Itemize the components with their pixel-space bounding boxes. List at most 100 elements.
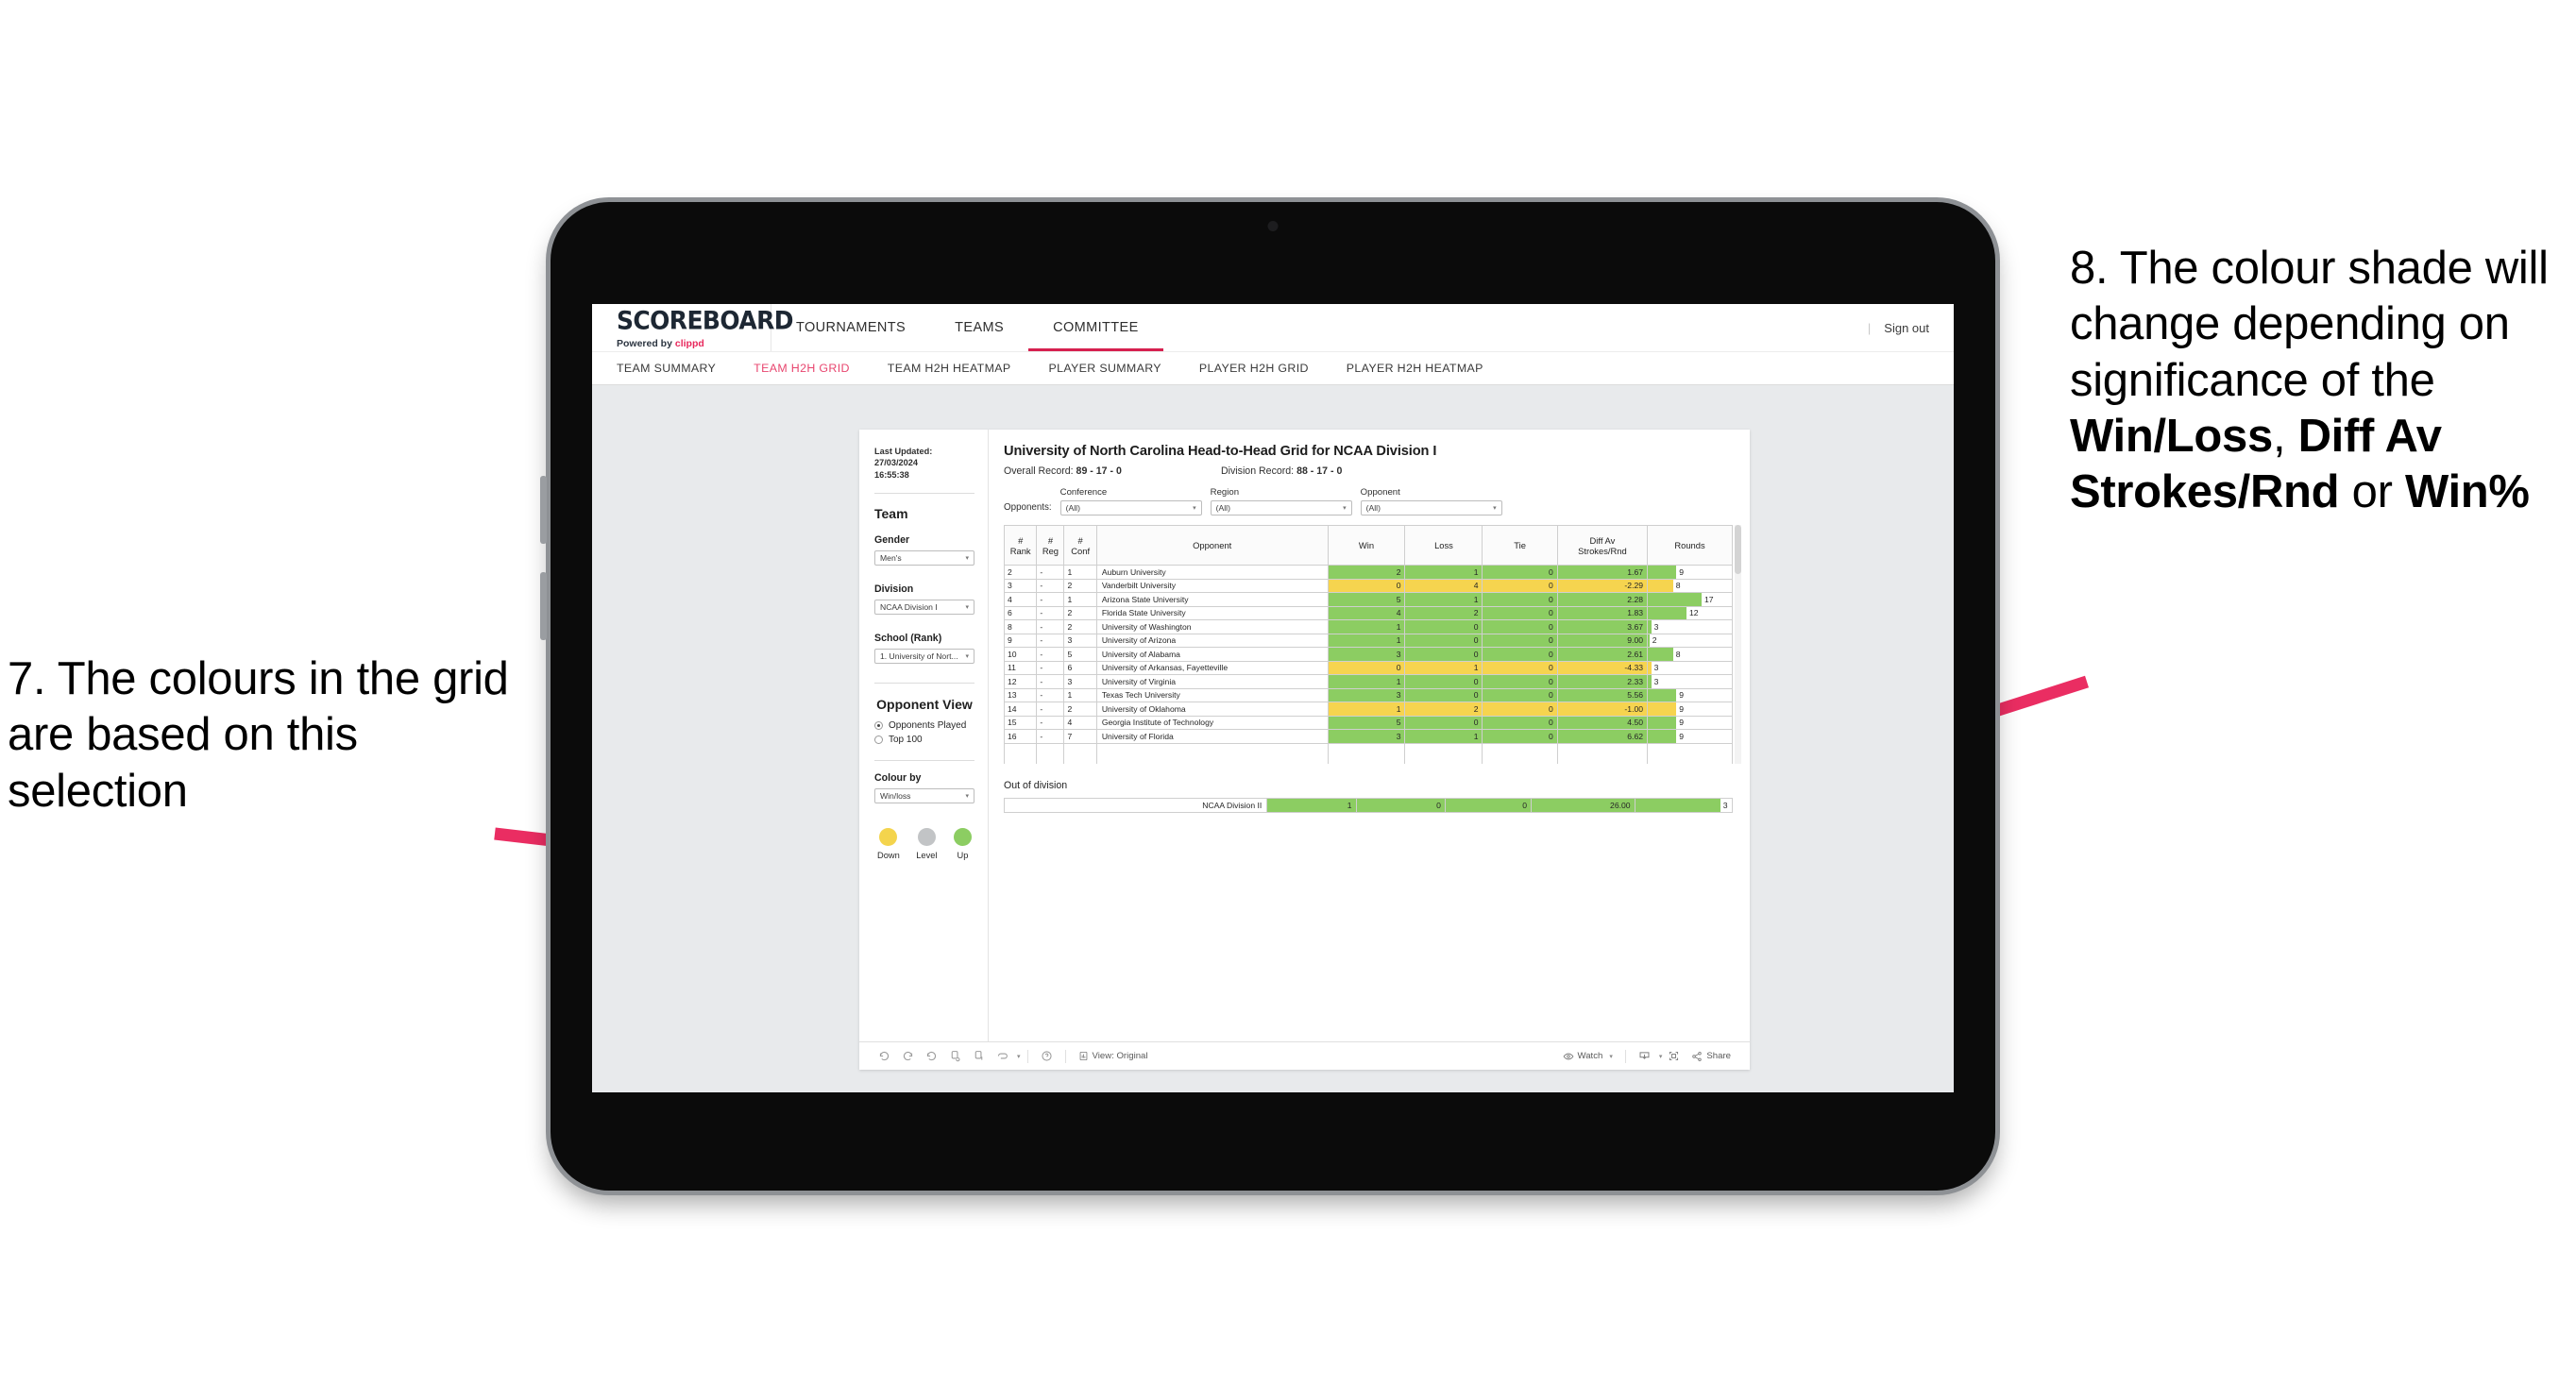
col-diff: Diff Av Strokes/Rnd (1556, 525, 1649, 566)
refresh-icon[interactable] (943, 1050, 967, 1062)
gender-select[interactable]: Men's ▾ (874, 550, 974, 566)
gender-label: Gender (874, 534, 910, 547)
cell-reg: - (1036, 565, 1065, 580)
filter-conference-select[interactable]: (All) ▾ (1059, 500, 1202, 516)
viz-sidebar: Last Updated: 27/03/2024 16:55:38 Team G… (859, 430, 989, 1041)
radio-opponents-played[interactable]: Opponents Played (874, 720, 974, 731)
undo-icon[interactable] (873, 1050, 896, 1062)
cell-win: 3 (1327, 647, 1406, 662)
cell-tie: 0 (1482, 647, 1558, 662)
revert-icon[interactable] (920, 1050, 943, 1062)
rounds-bar (1648, 566, 1677, 579)
last-updated-date: Last Updated: 27/03/2024 (874, 447, 933, 468)
nav-tournaments[interactable]: TOURNAMENTS (771, 304, 930, 351)
table-row[interactable]: 4-1 Arizona State University 5 1 0 2.28 17 (1003, 592, 1733, 607)
redo-arrow-icon[interactable] (991, 1050, 1014, 1062)
rounds-label: 9 (1679, 731, 1685, 741)
chevron-down-icon[interactable]: ▾ (1017, 1053, 1021, 1060)
cell-rank: 9 (1003, 633, 1038, 648)
radio-opponents-played-label: Opponents Played (889, 720, 967, 732)
redo-icon[interactable] (896, 1050, 920, 1062)
table-row[interactable]: 15-4 Georgia Institute of Technology 5 0 0 4.… (1003, 715, 1733, 730)
table-row[interactable]: 6-2 Florida State University 4 2 0 1.83 12 (1003, 605, 1733, 620)
subnav-player-summary[interactable]: PLAYER SUMMARY (1029, 362, 1179, 375)
tablet-screen: SCOREBOARD Powered by clippd TOURNAMENTS… (592, 304, 1954, 1092)
school-select[interactable]: 1. University of Nort... ▾ (874, 649, 974, 665)
table-row[interactable]: 16-7 University of Florida 3 1 0 6.62 9 (1003, 729, 1733, 744)
h2h-header-row: # Rank # Reg # Conf Opponent Win Loss Tie D… (1003, 525, 1733, 566)
table-row[interactable]: 2-1 Auburn University 2 1 0 1.67 9 (1003, 565, 1733, 580)
subnav-player-h2h-grid[interactable]: PLAYER H2H GRID (1180, 362, 1328, 375)
division-select[interactable]: NCAA Division I ▾ (874, 600, 974, 616)
ood-name: NCAA Division II (1003, 798, 1268, 813)
cell-conf: 1 (1063, 565, 1097, 580)
table-row[interactable]: 13-1 Texas Tech University 3 0 0 5.56 9 (1003, 687, 1733, 702)
ood-rounds: 3 (1634, 798, 1734, 813)
table-scrollbar-thumb[interactable] (1735, 525, 1741, 574)
table-row[interactable]: 8-2 University of Washington 1 0 0 3.67 3 (1003, 619, 1733, 634)
filter-conference-label: Conference (1059, 487, 1108, 498)
cell-rounds: 17 (1647, 592, 1733, 607)
annotation-right: 8. The colour shade will change dependin… (2070, 241, 2576, 520)
subnav-player-h2h-heatmap[interactable]: PLAYER H2H HEATMAP (1328, 362, 1502, 375)
rounds-label: 17 (1703, 594, 1714, 604)
table-row[interactable]: 12-3 University of Virginia 1 0 0 2.33 3 (1003, 674, 1733, 689)
chevron-down-icon: ▾ (1609, 1053, 1613, 1060)
col-reg: # Reg (1036, 525, 1065, 566)
cell-reg: - (1036, 633, 1065, 648)
topbar-separator: | (1867, 320, 1872, 335)
annotation-right-pre: 8. The colour shade will change dependin… (2070, 243, 2549, 406)
col-loss: Loss (1404, 525, 1483, 566)
subnav-team-h2h-heatmap[interactable]: TEAM H2H HEATMAP (869, 362, 1030, 375)
radio-dot-icon (874, 735, 883, 745)
blank-cell (1036, 742, 1065, 764)
view-original-button[interactable]: View: Original (1073, 1051, 1154, 1061)
subnav-team-h2h-grid[interactable]: TEAM H2H GRID (735, 362, 869, 375)
cell-tie: 0 (1482, 633, 1558, 648)
share-button[interactable]: Share (1686, 1051, 1737, 1062)
ood-tie: 0 (1444, 798, 1533, 813)
cell-win: 2 (1327, 565, 1406, 580)
subnav-team-summary[interactable]: TEAM SUMMARY (617, 362, 735, 375)
table-blank-row (1003, 742, 1733, 764)
cell-opponent: University of Oklahoma (1095, 701, 1329, 717)
cell-diff: 1.67 (1556, 565, 1649, 580)
toolbar-right: Watch ▾ ▾ Share (1557, 1049, 1737, 1063)
table-row[interactable]: 9-3 University of Arizona 1 0 0 9.00 2 (1003, 633, 1733, 648)
cell-win: 3 (1327, 687, 1406, 702)
secondary-nav: TEAM SUMMARY TEAM H2H GRID TEAM H2H HEAT… (592, 351, 1954, 385)
cell-rank: 3 (1003, 578, 1038, 593)
cell-rank: 13 (1003, 687, 1038, 702)
rounds-label: 12 (1688, 608, 1699, 618)
table-row[interactable]: 10-5 University of Alabama 3 0 0 2.61 8 (1003, 647, 1733, 662)
legend-level-swatch (917, 828, 936, 847)
colour-by-select[interactable]: Win/loss ▾ (874, 788, 974, 804)
cell-reg: - (1036, 701, 1065, 717)
nav-teams[interactable]: TEAMS (930, 304, 1028, 351)
help-icon[interactable] (1035, 1050, 1059, 1062)
team-heading: Team (874, 506, 908, 522)
nav-committee[interactable]: COMMITTEE (1028, 304, 1163, 351)
cell-tie: 0 (1482, 729, 1558, 744)
filter-opponent-select[interactable]: (All) ▾ (1360, 500, 1502, 516)
radio-top-100[interactable]: Top 100 (874, 735, 974, 745)
fullscreen-icon[interactable] (1662, 1050, 1686, 1062)
filter-region-select[interactable]: (All) ▾ (1210, 500, 1352, 516)
table-row[interactable]: 11-6 University of Arkansas, Fayetteville… (1003, 660, 1733, 675)
sign-out-link[interactable]: Sign out (1884, 321, 1929, 335)
legend-down-swatch (879, 828, 898, 847)
watch-button[interactable]: Watch ▾ (1557, 1051, 1618, 1062)
table-row[interactable]: 14-2 University of Oklahoma 1 2 0 -1.00 9 (1003, 701, 1733, 717)
powered-prefix: Powered by (617, 337, 675, 349)
pause-icon[interactable] (967, 1050, 991, 1062)
chevron-down-icon: ▾ (1343, 505, 1347, 512)
cell-tie: 0 (1482, 660, 1558, 675)
download-icon[interactable] (1633, 1050, 1656, 1062)
cell-rank: 2 (1003, 565, 1038, 580)
cell-rank: 16 (1003, 729, 1038, 744)
cell-rounds: 3 (1647, 619, 1733, 634)
table-scrollbar[interactable] (1735, 525, 1741, 764)
table-row[interactable]: 3-2 Vanderbilt University 0 4 0 -2.29 8 (1003, 578, 1733, 593)
cell-opponent: Auburn University (1095, 565, 1329, 580)
radio-dot-icon (874, 721, 883, 731)
